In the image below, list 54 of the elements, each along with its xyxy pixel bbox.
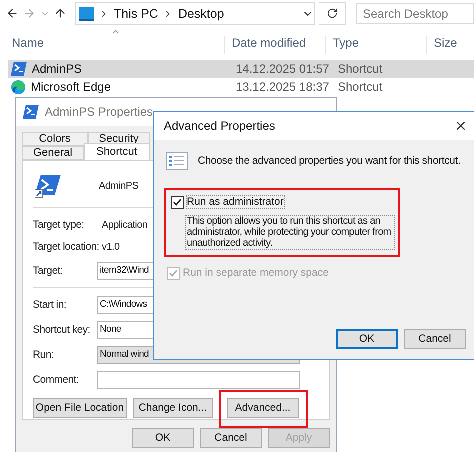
address-bar[interactable]: This PC Desktop <box>75 2 316 25</box>
file-row[interactable]: AdminPS 14.12.2025 01:57 Shortcut <box>8 60 474 78</box>
window-title: AdminPS Properties <box>45 105 154 119</box>
shortcut-name: AdminPS <box>99 180 139 192</box>
up-icon[interactable] <box>54 7 67 20</box>
back-icon[interactable] <box>6 7 19 20</box>
action-button[interactable]: Change Icon... <box>133 398 213 418</box>
text-field[interactable] <box>97 370 300 388</box>
file-row[interactable]: Microsoft Edge 13.12.2025 18:37 Shortcut <box>8 78 474 96</box>
dialog-button[interactable]: Cancel <box>200 428 262 448</box>
breadcrumb-item[interactable]: Desktop <box>178 6 224 20</box>
edge-icon <box>11 80 26 94</box>
tab[interactable]: General <box>22 146 84 160</box>
file-date: 13.12.2025 18:37 <box>235 80 330 94</box>
refresh-button[interactable] <box>319 2 346 25</box>
list-icon <box>166 152 188 170</box>
tab[interactable]: Colors <box>22 132 88 146</box>
column-header[interactable]: Name <box>0 36 225 54</box>
field-label: Start in: <box>33 298 66 310</box>
field-value: Application <box>102 220 148 230</box>
search-field[interactable]: Search Desktop <box>356 3 474 24</box>
breadcrumb-item[interactable]: This PC <box>114 6 158 20</box>
tab[interactable]: Shortcut <box>84 143 150 160</box>
powershell-icon <box>23 105 39 119</box>
file-name: Microsoft Edge <box>31 80 112 94</box>
action-button[interactable]: Open File Location <box>33 398 127 418</box>
column-header[interactable]: Date modified <box>225 36 326 54</box>
file-name: AdminPS <box>32 62 82 76</box>
field-label: Shortcut key: <box>33 324 90 336</box>
monitor-icon <box>79 6 94 20</box>
refresh-icon <box>326 8 338 19</box>
column-header[interactable]: Type <box>326 36 427 54</box>
field-label: Target location: <box>33 241 100 253</box>
field-label: Run: <box>33 348 54 360</box>
field-value: v1.0 <box>102 242 120 252</box>
file-date: 14.12.2025 01:57 <box>235 62 330 76</box>
field-label: Target type: <box>33 219 84 231</box>
option-description: This option allows you to run this shortcut as an administrator, while protecting your computer from unauthorized activity. <box>185 215 395 250</box>
intro-text: Choose the advanced properties you want for this shortcut. <box>198 155 461 167</box>
field-label: Comment: <box>33 374 80 386</box>
file-type: Shortcut <box>337 62 384 76</box>
powershell-icon <box>35 173 61 199</box>
close-icon[interactable] <box>454 119 468 133</box>
file-type: Shortcut <box>337 80 384 94</box>
checkbox-label[interactable]: Run as administrator <box>186 195 285 209</box>
powershell-icon <box>11 62 27 76</box>
column-header[interactable]: Size <box>427 36 474 54</box>
dialog-button[interactable]: Cancel <box>404 329 466 349</box>
dialog-button[interactable]: OK <box>132 428 194 448</box>
window-title: Advanced Properties <box>164 119 276 133</box>
field-label: Target: <box>33 264 63 276</box>
dialog-button[interactable]: OK <box>336 329 398 349</box>
action-button[interactable]: Advanced... <box>227 398 299 418</box>
checkbox[interactable] <box>171 196 184 208</box>
